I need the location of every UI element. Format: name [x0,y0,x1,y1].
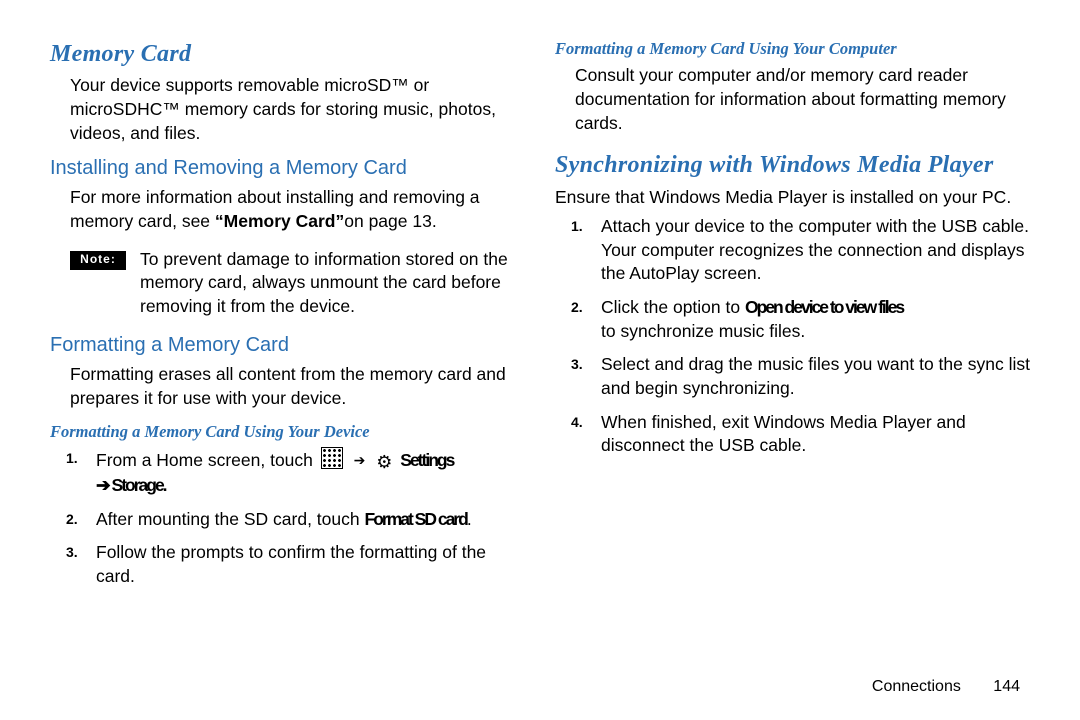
step2-suffix: . [467,509,472,529]
sync1-text: Attach your device to the computer with … [601,216,1029,236]
sync1-sub: Your computer recognizes the connection … [601,239,1030,286]
sync-steps: Attach your device to the computer with … [555,215,1030,458]
heading-sync-wmp: Synchronizing with Windows Media Player [555,149,1030,181]
note-text: To prevent damage to information stored … [140,248,519,319]
heading-memory-card: Memory Card [50,38,525,70]
sync3-text: Select and drag the music files you want… [601,354,1030,398]
step3-text: Follow the prompts to confirm the format… [96,542,486,586]
note-label: Note: [70,251,126,270]
note-block: Note: To prevent damage to information s… [50,248,525,319]
install-text-b: “Memory Card” [215,211,344,231]
heading-formatting: Formatting a Memory Card [50,332,525,359]
apps-grid-icon [321,447,343,469]
format-step-3: Follow the prompts to confirm the format… [88,541,525,588]
sync-step-1: Attach your device to the computer with … [593,215,1030,286]
step1-pre: From a Home screen, touch [96,450,313,470]
left-column: Memory Card Your device supports removab… [50,38,525,599]
format-device-steps: From a Home screen, touch ➔ ⚙ Settings ➔… [50,447,525,589]
formatting-intro: Formatting erases all content from the m… [70,363,525,410]
sync-intro: Ensure that Windows Media Player is inst… [555,186,1030,210]
step1-settings-label: Settings [400,450,453,470]
sync2-pre: Click the option to [601,297,745,317]
sync2-ghost: Open device to view files [745,297,903,317]
settings-gear-icon: ⚙ [376,450,392,474]
step1-storage-label: ➔ Storage. [96,475,166,495]
step2-format-label: Format SD card [365,509,467,529]
format-step-1: From a Home screen, touch ➔ ⚙ Settings ➔… [88,447,525,498]
format-step-2: After mounting the SD card, touch Format… [88,508,525,532]
heading-install-remove: Installing and Removing a Memory Card [50,155,525,182]
heading-format-computer: Formatting a Memory Card Using Your Comp… [555,38,1030,60]
sync-step-2: Click the option to Open device to view … [593,296,1030,343]
footer-page-number: 144 [993,678,1020,695]
format-computer-text: Consult your computer and/or memory card… [575,64,1030,135]
memory-card-intro: Your device supports removable microSD™ … [70,74,525,145]
right-column: Formatting a Memory Card Using Your Comp… [555,38,1030,599]
sync2-post: to synchronize music files. [601,321,805,341]
page-footer: Connections 144 [872,678,1020,696]
install-text-c: on page 13. [344,211,436,231]
step2-pre: After mounting the SD card, touch [96,509,360,529]
footer-section: Connections [872,678,961,695]
sync-step-3: Select and drag the music files you want… [593,353,1030,400]
sync-step-4: When finished, exit Windows Media Player… [593,411,1030,458]
arrow-icon: ➔ [354,451,366,470]
install-remove-text: For more information about installing an… [70,186,525,233]
heading-format-device: Formatting a Memory Card Using Your Devi… [50,421,525,443]
sync4-text: When finished, exit Windows Media Player… [601,412,966,456]
manual-page: Memory Card Your device supports removab… [0,0,1080,720]
